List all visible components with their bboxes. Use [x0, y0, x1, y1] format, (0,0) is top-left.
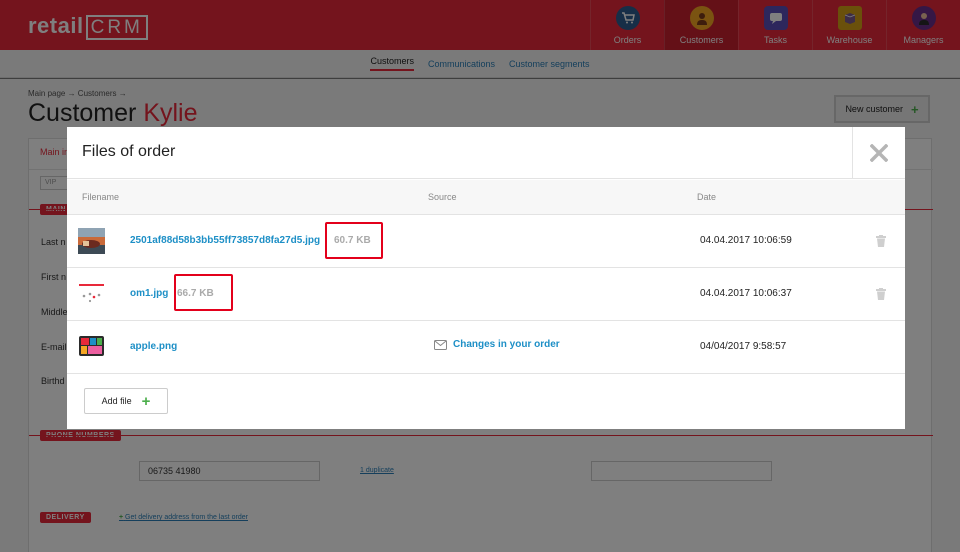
file-row: om1.jpg 66.7 KB 04.04.2017 10:06:37 — [67, 268, 905, 321]
file-link[interactable]: apple.png — [130, 341, 177, 352]
close-icon — [870, 144, 888, 162]
highlight-box — [174, 274, 233, 311]
file-date: 04.04.2017 10:06:59 — [700, 235, 792, 246]
trash-icon[interactable] — [876, 288, 886, 300]
column-source: Source — [428, 192, 457, 202]
close-button[interactable] — [852, 127, 905, 179]
file-thumbnail[interactable] — [78, 228, 105, 254]
highlight-box — [325, 222, 383, 259]
files-table-header: Filename Source Date — [67, 180, 905, 215]
file-link[interactable]: 2501af88d58b3bb55ff73857d8fa27d5.jpg — [130, 235, 320, 246]
file-source: Changes in your order — [434, 339, 560, 350]
file-link[interactable]: om1.jpg — [130, 288, 168, 299]
source-link[interactable]: Changes in your order — [453, 339, 560, 350]
modal-title: Files of order — [82, 143, 176, 160]
column-filename: Filename — [82, 192, 120, 202]
file-row: 2501af88d58b3bb55ff73857d8fa27d5.jpg 60.… — [67, 215, 905, 268]
files-of-order-modal: Files of order Filename Source Date 2501… — [67, 127, 905, 429]
add-file-button[interactable]: Add file + — [84, 388, 168, 414]
plus-icon: + — [141, 392, 151, 410]
file-date: 04.04.2017 10:06:37 — [700, 288, 792, 299]
file-date: 04/04/2017 9:58:57 — [700, 341, 787, 352]
envelope-icon — [434, 339, 447, 350]
modal-header: Files of order — [67, 127, 905, 179]
file-thumbnail[interactable] — [78, 281, 105, 307]
file-thumbnail[interactable] — [78, 334, 105, 360]
column-date: Date — [697, 192, 717, 202]
trash-icon[interactable] — [876, 235, 886, 247]
file-row: apple.png Changes in your order 04/04/20… — [67, 321, 905, 374]
